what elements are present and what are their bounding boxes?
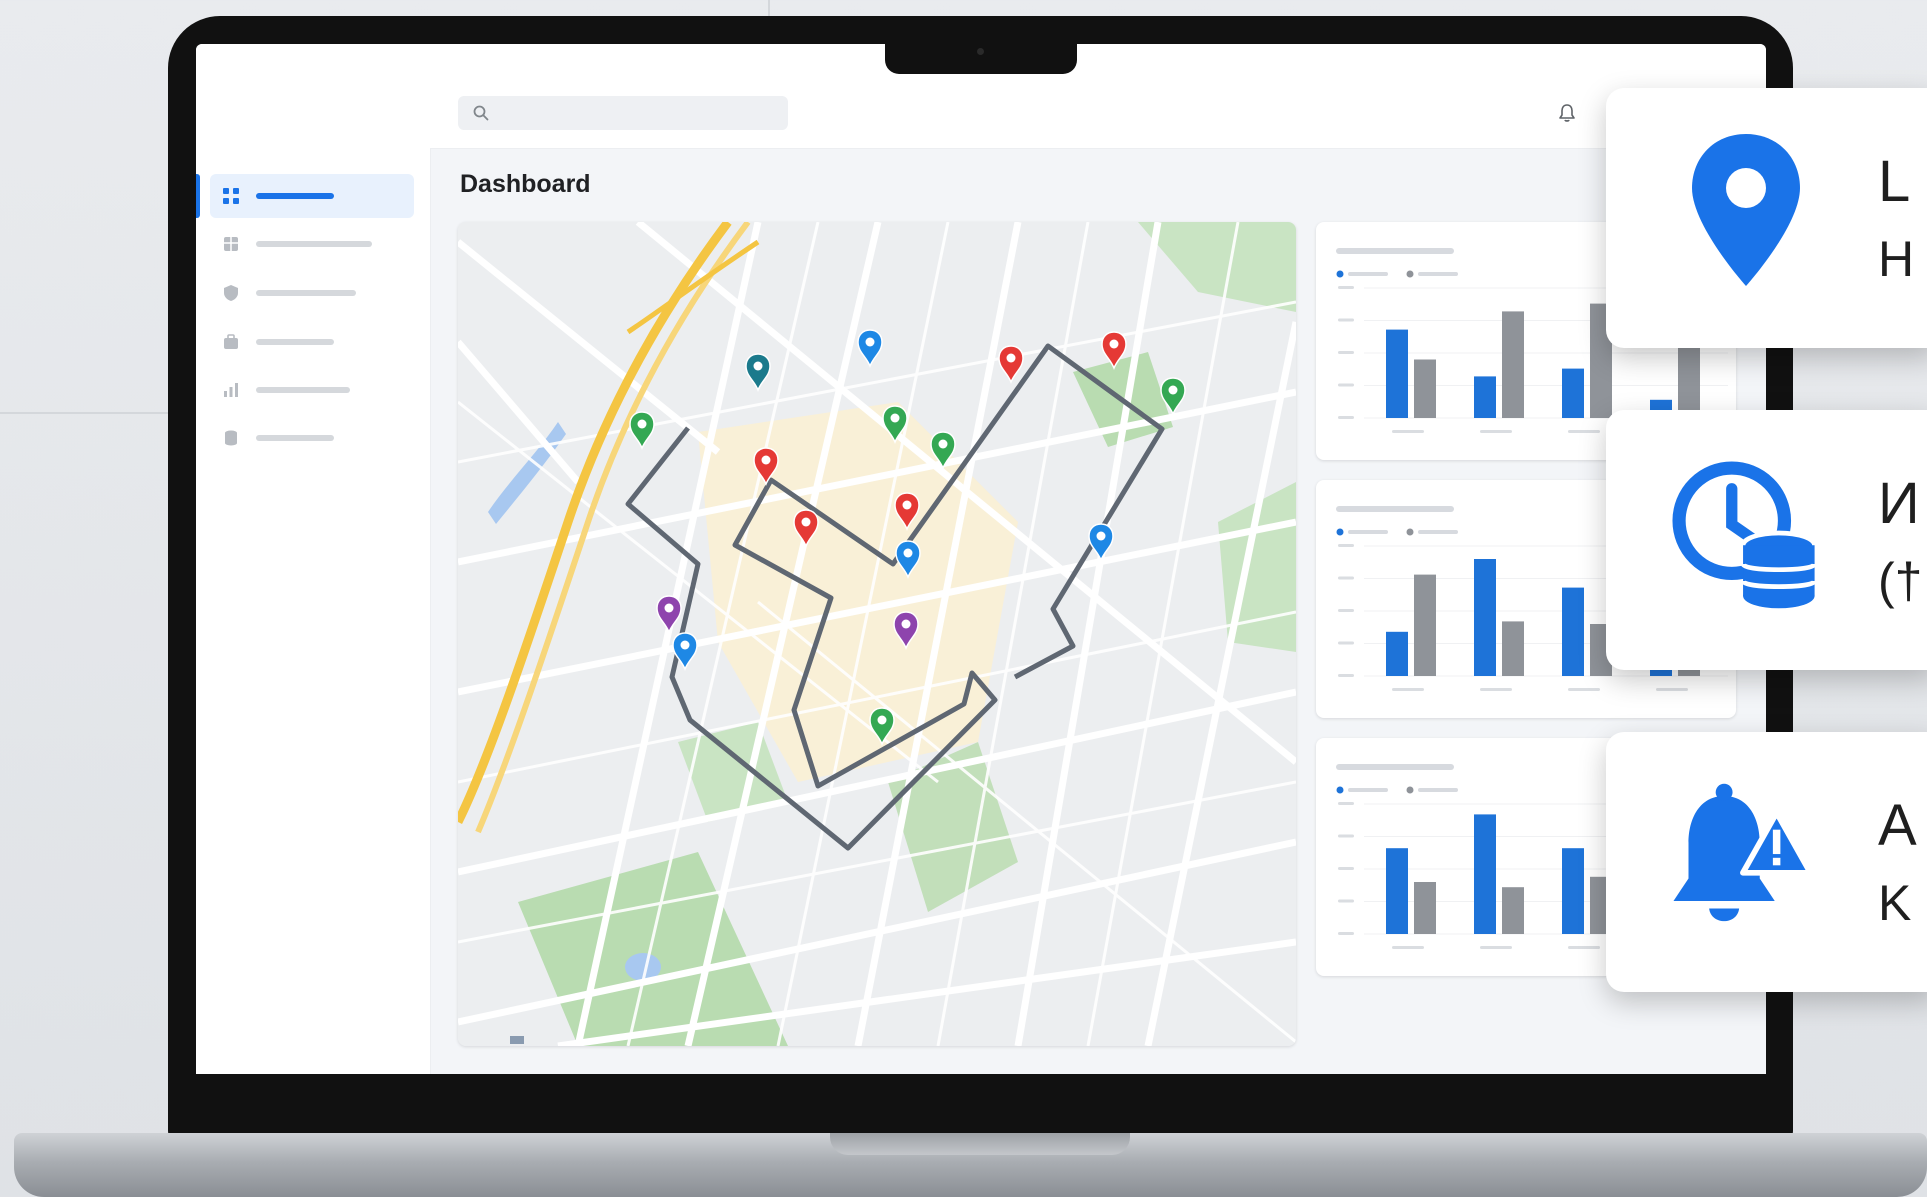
x-tick-placeholder bbox=[1392, 946, 1424, 949]
legend-label-placeholder bbox=[1348, 530, 1388, 534]
sidebar-item-label bbox=[256, 241, 372, 247]
y-tick-placeholder bbox=[1338, 576, 1354, 580]
map-panel[interactable] bbox=[458, 222, 1296, 1046]
y-tick-placeholder bbox=[1338, 641, 1354, 645]
sidebar bbox=[196, 44, 431, 1074]
feature-card-title: A bbox=[1878, 793, 1917, 858]
alert-bell-icon bbox=[1673, 783, 1814, 922]
y-tick-placeholder bbox=[1338, 351, 1354, 354]
bar-chart-icon bbox=[222, 381, 240, 399]
bar[interactable] bbox=[1414, 882, 1436, 934]
wall-divider-horizontal bbox=[0, 412, 190, 414]
feature-card-history[interactable]: И († bbox=[1606, 410, 1927, 670]
x-tick-placeholder bbox=[1480, 946, 1512, 949]
database-icon bbox=[222, 429, 240, 447]
y-tick-placeholder bbox=[1338, 674, 1354, 677]
x-tick-placeholder bbox=[1480, 688, 1512, 691]
chart-title-placeholder bbox=[1336, 248, 1454, 254]
search-input[interactable] bbox=[458, 96, 788, 130]
sidebar-item-analytics[interactable] bbox=[210, 368, 414, 412]
y-tick-placeholder bbox=[1338, 802, 1354, 805]
bar[interactable] bbox=[1414, 359, 1436, 419]
table-icon bbox=[222, 235, 240, 253]
bar[interactable] bbox=[1502, 621, 1524, 676]
location-pin-icon bbox=[1692, 134, 1800, 286]
sidebar-item-label bbox=[256, 387, 350, 393]
y-tick-placeholder bbox=[1338, 286, 1354, 289]
legend-label-placeholder bbox=[1418, 788, 1458, 792]
legend-label-placeholder bbox=[1418, 530, 1458, 534]
feature-card-subtitle: K bbox=[1878, 875, 1912, 931]
bar[interactable] bbox=[1562, 848, 1584, 934]
bar[interactable] bbox=[1474, 814, 1496, 934]
chart-title-placeholder bbox=[1336, 764, 1454, 770]
y-tick-placeholder bbox=[1338, 867, 1354, 870]
sidebar-item-dashboard[interactable] bbox=[196, 174, 414, 218]
sidebar-item-label bbox=[256, 435, 334, 441]
map-logo-icon bbox=[510, 1036, 524, 1044]
bar[interactable] bbox=[1562, 587, 1584, 676]
y-tick-placeholder bbox=[1338, 834, 1354, 838]
bar[interactable] bbox=[1474, 559, 1496, 676]
city-map[interactable] bbox=[458, 222, 1296, 1046]
legend-swatch-secondary bbox=[1406, 528, 1414, 536]
legend-swatch-secondary bbox=[1406, 270, 1414, 278]
feature-card-location[interactable]: L H bbox=[1606, 88, 1927, 348]
feature-card-title: И bbox=[1878, 471, 1920, 536]
y-tick-placeholder bbox=[1338, 609, 1354, 612]
legend-swatch-secondary bbox=[1406, 786, 1414, 794]
x-tick-placeholder bbox=[1480, 430, 1512, 433]
sidebar-item-projects[interactable] bbox=[210, 320, 414, 364]
feature-card-subtitle: († bbox=[1878, 553, 1923, 609]
sidebar-item-label bbox=[256, 339, 334, 345]
search-icon bbox=[473, 105, 489, 121]
y-tick-placeholder bbox=[1338, 383, 1354, 387]
feature-card-title: L bbox=[1878, 149, 1911, 214]
x-tick-placeholder bbox=[1392, 430, 1424, 433]
sidebar-item-label bbox=[256, 290, 356, 296]
sidebar-item-label bbox=[256, 193, 334, 199]
feature-card-subtitle: H bbox=[1878, 231, 1915, 287]
bar[interactable] bbox=[1562, 368, 1584, 418]
chart-title-placeholder bbox=[1336, 506, 1454, 512]
top-bar bbox=[430, 44, 1766, 149]
x-tick-placeholder bbox=[1392, 688, 1424, 691]
sidebar-item-tables[interactable] bbox=[210, 222, 414, 266]
laptop-notch bbox=[885, 40, 1077, 74]
grid-icon bbox=[222, 187, 240, 205]
clock-database-icon bbox=[1672, 461, 1817, 609]
bar[interactable] bbox=[1386, 848, 1408, 934]
bar[interactable] bbox=[1474, 376, 1496, 418]
page-title: Dashboard bbox=[460, 170, 591, 198]
bar[interactable] bbox=[1386, 631, 1408, 676]
laptop-screen: Dashboard bbox=[196, 44, 1766, 1074]
x-tick-placeholder bbox=[1568, 688, 1600, 691]
legend-swatch-primary bbox=[1336, 270, 1344, 278]
shield-icon bbox=[222, 284, 240, 302]
sidebar-item-data[interactable] bbox=[210, 416, 414, 460]
y-tick-placeholder bbox=[1338, 899, 1354, 903]
notification-bell-icon[interactable] bbox=[1556, 102, 1578, 124]
feature-card-alerts[interactable]: A K bbox=[1606, 732, 1927, 992]
x-tick-placeholder bbox=[1568, 430, 1600, 433]
legend-label-placeholder bbox=[1418, 272, 1458, 276]
y-tick-placeholder bbox=[1338, 416, 1354, 419]
y-tick-placeholder bbox=[1338, 318, 1354, 322]
bar[interactable] bbox=[1386, 329, 1408, 418]
briefcase-icon bbox=[222, 333, 240, 351]
x-tick-placeholder bbox=[1656, 688, 1688, 691]
camera-icon bbox=[977, 48, 984, 55]
y-tick-placeholder bbox=[1338, 544, 1354, 547]
y-tick-placeholder bbox=[1338, 932, 1354, 935]
legend-swatch-primary bbox=[1336, 786, 1344, 794]
legend-label-placeholder bbox=[1348, 788, 1388, 792]
sidebar-item-security[interactable] bbox=[210, 271, 414, 315]
bar[interactable] bbox=[1502, 887, 1524, 934]
bar[interactable] bbox=[1414, 574, 1436, 676]
bar[interactable] bbox=[1502, 311, 1524, 418]
legend-swatch-primary bbox=[1336, 528, 1344, 536]
laptop-lid-lip bbox=[830, 1133, 1130, 1155]
legend-label-placeholder bbox=[1348, 272, 1388, 276]
x-tick-placeholder bbox=[1568, 946, 1600, 949]
